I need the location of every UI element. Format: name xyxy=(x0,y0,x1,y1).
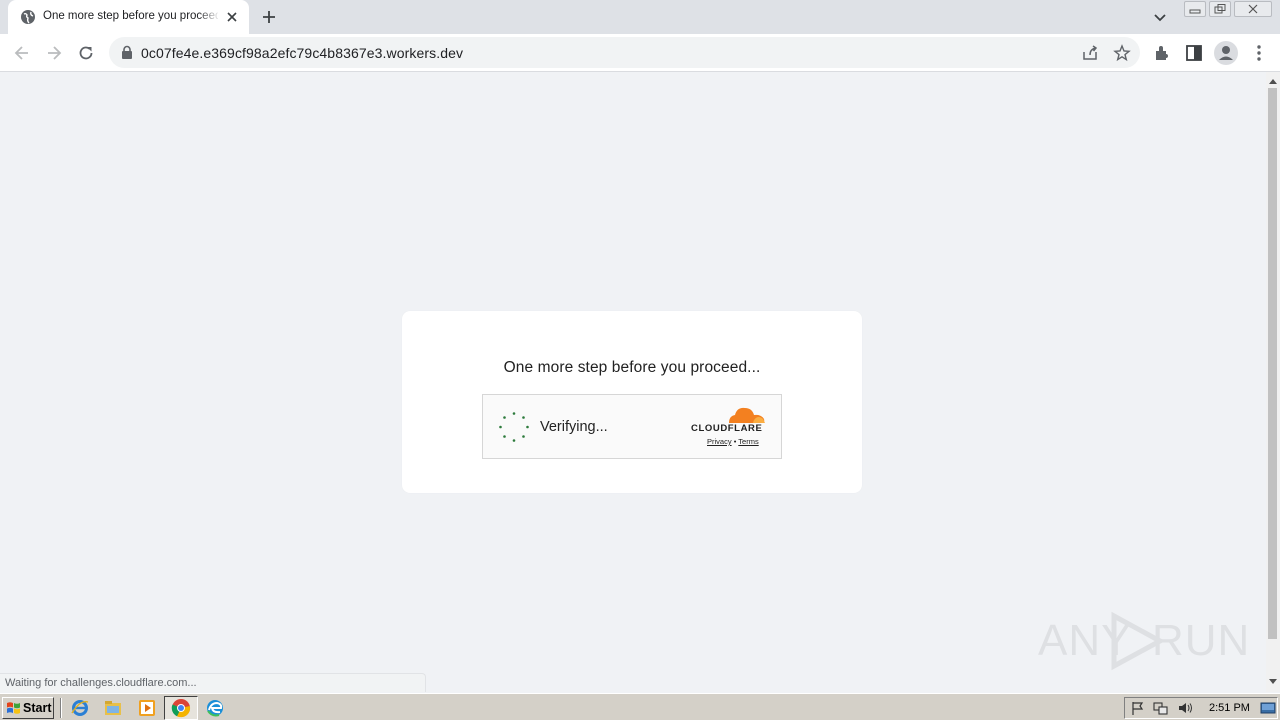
back-arrow-icon[interactable] xyxy=(12,43,32,63)
extensions-icon[interactable] xyxy=(1152,43,1172,63)
volume-icon[interactable] xyxy=(1177,700,1193,716)
close-window-icon xyxy=(1248,4,1258,14)
close-window-button[interactable] xyxy=(1234,1,1272,17)
windows-taskbar: Start 2:51 PM xyxy=(0,693,1280,720)
star-icon[interactable] xyxy=(1113,44,1131,62)
internet-explorer-icon[interactable] xyxy=(70,698,90,718)
status-text: Waiting for challenges.cloudflare.com... xyxy=(5,677,197,689)
menu-icon[interactable] xyxy=(1249,43,1269,63)
link-separator: • xyxy=(733,437,737,446)
url-text[interactable]: 0c07fe4e.e369cf98a2efc79c4b8367e3.worker… xyxy=(141,45,463,61)
taskbar-separator xyxy=(60,698,62,718)
cloudflare-wordmark: CLOUDFLARE xyxy=(691,423,763,434)
page-title: One more step before you proceed... xyxy=(503,359,761,376)
scrollbar-thumb[interactable] xyxy=(1268,88,1277,639)
anyrun-watermark: ANY RUN xyxy=(1036,608,1249,672)
lock-icon[interactable] xyxy=(120,45,134,60)
new-tab-icon[interactable] xyxy=(258,6,280,28)
profile-avatar-icon[interactable] xyxy=(1213,40,1239,66)
privacy-link[interactable]: Privacy xyxy=(707,437,732,446)
chrome-icon xyxy=(171,699,191,718)
watermark-right: RUN xyxy=(1152,616,1251,665)
chevron-down-icon[interactable] xyxy=(1151,8,1169,26)
tab-title-fade xyxy=(198,6,220,26)
address-bar[interactable]: 0c07fe4e.e369cf98a2efc79c4b8367e3.worker… xyxy=(109,37,1140,68)
verifying-text: Verifying... xyxy=(540,419,608,435)
windows-flag-icon xyxy=(7,702,20,714)
minimize-button[interactable] xyxy=(1184,1,1206,17)
terms-link[interactable]: Terms xyxy=(738,437,758,446)
tab-active[interactable]: One more step before you proceed... xyxy=(8,0,249,34)
browser-toolbar: 0c07fe4e.e369cf98a2efc79c4b8367e3.worker… xyxy=(0,34,1280,72)
tab-strip: One more step before you proceed... xyxy=(0,0,1280,34)
turnstile-widget[interactable]: Verifying... CLOUDFLARE Privacy • Terms xyxy=(482,394,782,459)
clock[interactable]: 2:51 PM xyxy=(1209,702,1250,714)
restore-icon xyxy=(1214,4,1226,14)
start-label: Start xyxy=(23,701,52,715)
challenge-card: One more step before you proceed... Veri… xyxy=(402,311,862,493)
scroll-down-icon[interactable] xyxy=(1267,677,1279,687)
start-button[interactable]: Start xyxy=(2,697,54,719)
forward-arrow-icon[interactable] xyxy=(44,43,64,63)
reload-icon[interactable] xyxy=(76,43,96,63)
share-icon[interactable] xyxy=(1081,44,1099,62)
show-desktop-icon[interactable] xyxy=(1260,700,1276,716)
restore-button[interactable] xyxy=(1209,1,1231,17)
file-explorer-icon[interactable] xyxy=(103,698,123,718)
status-bubble: Waiting for challenges.cloudflare.com... xyxy=(0,673,426,692)
side-panel-icon[interactable] xyxy=(1184,43,1204,63)
close-icon[interactable] xyxy=(224,9,240,25)
scroll-up-icon[interactable] xyxy=(1267,76,1279,86)
widget-links: Privacy • Terms xyxy=(707,437,759,446)
minimize-icon xyxy=(1189,9,1201,14)
system-tray: 2:51 PM xyxy=(1124,697,1278,719)
edge-icon[interactable] xyxy=(205,698,225,718)
action-center-flag-icon[interactable] xyxy=(1130,700,1146,716)
network-icon[interactable] xyxy=(1153,700,1169,716)
globe-icon xyxy=(21,10,35,24)
chrome-taskbar-button[interactable] xyxy=(164,696,198,720)
media-player-icon[interactable] xyxy=(137,698,157,718)
tab-title: One more step before you proceed... xyxy=(43,10,218,22)
spinner-icon xyxy=(499,412,529,442)
